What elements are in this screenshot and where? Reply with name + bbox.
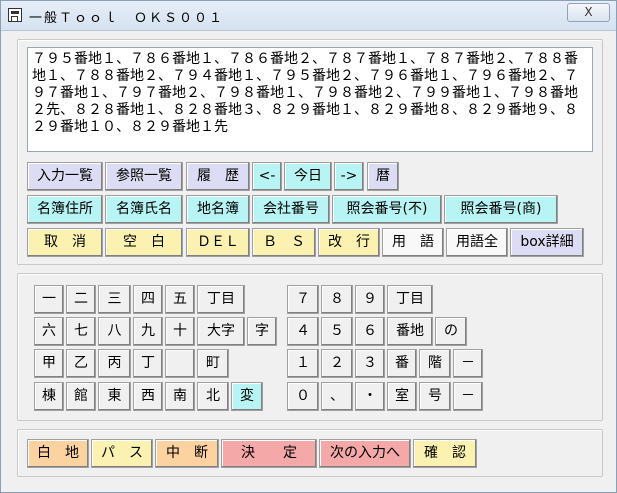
key-north[interactable]: 北: [197, 382, 229, 411]
key-kai[interactable]: 階: [419, 349, 451, 378]
place-roster-button[interactable]: 地名簿: [186, 195, 250, 224]
key-digit-4[interactable]: ４: [287, 317, 319, 346]
input-list-button[interactable]: 入力一覧: [27, 162, 103, 191]
key-convert[interactable]: 変: [231, 382, 263, 411]
title-bar[interactable]: 一般Ｔｏｏｌ ＯＫＳ００１ X: [1, 1, 616, 31]
roster-address-button[interactable]: 名簿住所: [27, 195, 103, 224]
app-window-icon: [8, 8, 22, 22]
cancel-button[interactable]: 取 消: [27, 228, 103, 257]
key-digit-0[interactable]: ０: [287, 382, 319, 411]
key-digit-8[interactable]: ８: [321, 285, 353, 314]
blank-button[interactable]: 空 白: [105, 228, 183, 257]
key-digit-9[interactable]: ９: [355, 285, 385, 314]
key-dash-1[interactable]: －: [453, 349, 483, 378]
box-detail-button[interactable]: box詳細: [510, 228, 584, 257]
key-comma[interactable]: 、: [321, 382, 353, 411]
window-title: 一般Ｔｏｏｌ ＯＫＳ００１: [29, 11, 225, 26]
key-digit-5[interactable]: ５: [321, 317, 353, 346]
key-kanji-9[interactable]: 九: [133, 317, 163, 346]
key-ko[interactable]: 甲: [34, 349, 64, 378]
key-ban[interactable]: 番: [387, 349, 417, 378]
query-number-real-estate-button[interactable]: 照会番号(不): [332, 195, 442, 224]
confirm-decide-button[interactable]: 決 定: [221, 439, 317, 468]
backspace-button[interactable]: Ｂ Ｓ: [252, 228, 316, 257]
interrupt-button[interactable]: 中 断: [155, 439, 219, 468]
main-window: 一般Ｔｏｏｌ ＯＫＳ００１ X ７９５番地１、７８６番地１、７８６番地２、７８７…: [0, 0, 617, 493]
key-kanji-1[interactable]: 一: [34, 285, 64, 314]
key-hei[interactable]: 丙: [98, 349, 131, 378]
key-chome-right[interactable]: 丁目: [387, 285, 433, 314]
roster-name-button[interactable]: 名簿氏名: [105, 195, 183, 224]
all-terms-button[interactable]: 用語全: [446, 228, 508, 257]
next-date-button[interactable]: ->: [334, 162, 364, 191]
key-dot[interactable]: ・: [355, 382, 385, 411]
key-chome[interactable]: 丁目: [197, 285, 245, 314]
key-otsu[interactable]: 乙: [66, 349, 96, 378]
verify-button[interactable]: 確 認: [413, 439, 477, 468]
calendar-button[interactable]: 暦: [367, 162, 399, 191]
key-go[interactable]: 号: [419, 382, 451, 411]
key-kanji-3[interactable]: 三: [98, 285, 131, 314]
pass-button[interactable]: パ ス: [91, 439, 153, 468]
key-digit-3[interactable]: ３: [355, 349, 385, 378]
key-kanji-7[interactable]: 七: [66, 317, 96, 346]
key-tei[interactable]: 丁: [133, 349, 163, 378]
term-button[interactable]: 用 語: [382, 228, 444, 257]
key-kanji-4[interactable]: 四: [133, 285, 163, 314]
key-dash-2[interactable]: －: [453, 382, 483, 411]
key-kanji-8[interactable]: 八: [98, 317, 131, 346]
key-kanji-10[interactable]: 十: [165, 317, 195, 346]
key-digit-6[interactable]: ６: [355, 317, 385, 346]
next-input-button[interactable]: 次の入力へ: [319, 439, 411, 468]
key-empty[interactable]: [165, 349, 195, 378]
address-memo[interactable]: ７９５番地１、７８６番地１、７８６番地２、７８７番地１、７８７番地２、７８８番地…: [27, 47, 593, 152]
key-mune[interactable]: 棟: [34, 382, 64, 411]
key-aza[interactable]: 字: [247, 317, 277, 346]
newline-button[interactable]: 改 行: [318, 228, 380, 257]
white-ground-button[interactable]: 白 地: [27, 439, 89, 468]
key-oaza[interactable]: 大字: [197, 317, 245, 346]
key-east[interactable]: 東: [98, 382, 131, 411]
close-button[interactable]: X: [567, 3, 610, 22]
key-machi[interactable]: 町: [197, 349, 229, 378]
prev-date-button[interactable]: <-: [252, 162, 282, 191]
key-banchi[interactable]: 番地: [387, 317, 433, 346]
key-kan[interactable]: 館: [66, 382, 96, 411]
key-west[interactable]: 西: [133, 382, 163, 411]
key-no[interactable]: の: [435, 317, 467, 346]
key-kanji-2[interactable]: 二: [66, 285, 96, 314]
company-number-button[interactable]: 会社番号: [252, 195, 330, 224]
key-digit-2[interactable]: ２: [321, 349, 353, 378]
key-kanji-5[interactable]: 五: [165, 285, 195, 314]
delete-button[interactable]: ＤＥＬ: [186, 228, 250, 257]
history-button[interactable]: 履 歴: [186, 162, 250, 191]
key-south[interactable]: 南: [165, 382, 195, 411]
key-room[interactable]: 室: [387, 382, 417, 411]
today-button[interactable]: 今日: [284, 162, 332, 191]
key-kanji-6[interactable]: 六: [34, 317, 64, 346]
key-digit-7[interactable]: ７: [287, 285, 319, 314]
reference-list-button[interactable]: 参照一覧: [105, 162, 183, 191]
key-digit-1[interactable]: １: [287, 349, 319, 378]
query-number-commerce-button[interactable]: 照会番号(商): [444, 195, 558, 224]
